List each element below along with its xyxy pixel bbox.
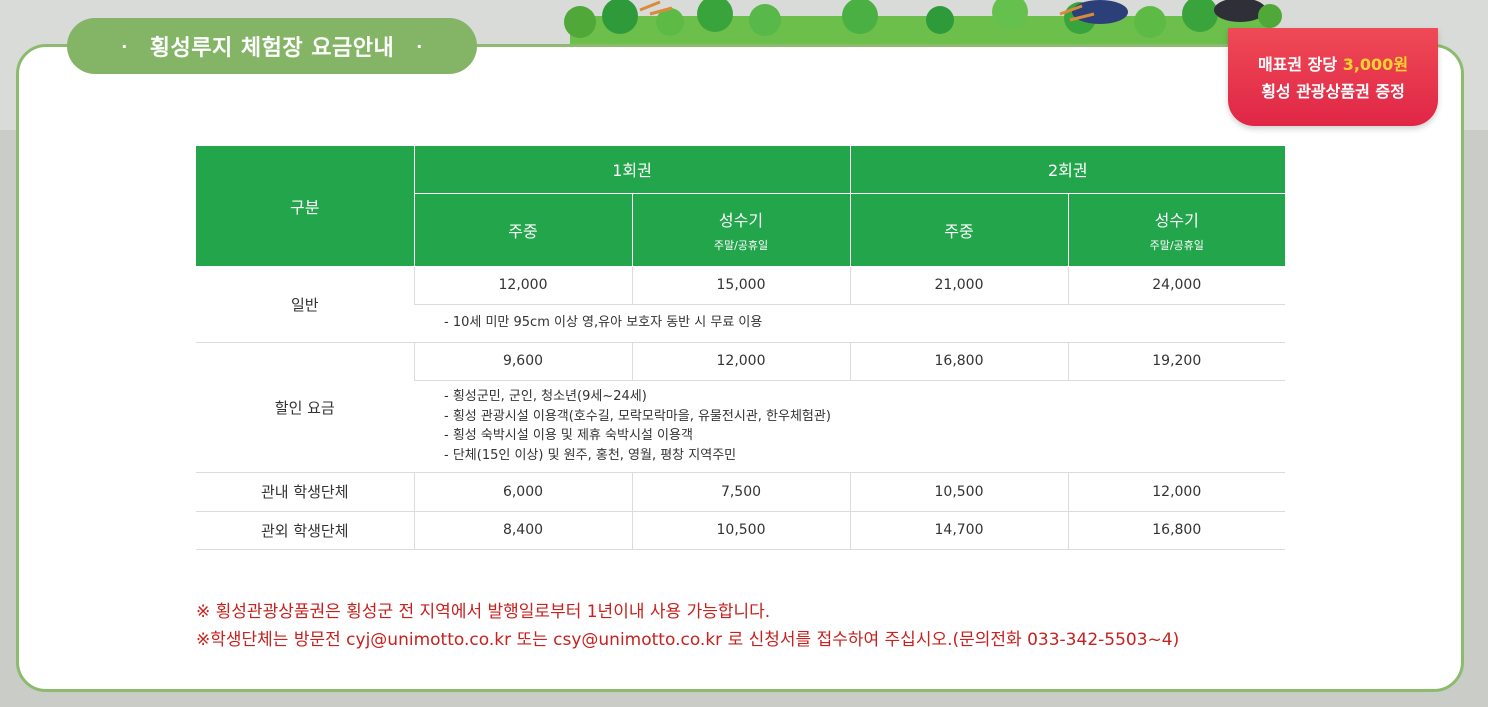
table-row: 관내 학생단체 6,000 7,500 10,500 12,000 <box>196 472 1285 512</box>
subheader-sublabel: 주말/공휴일 <box>1149 238 1204 252</box>
price-cell: 6,000 <box>413 472 632 512</box>
note-line: 단체(15인 이상) 및 원주, 홍천, 영월, 평창 지역주민 <box>444 446 1255 466</box>
row-category: 일반 <box>196 266 414 343</box>
price-cell: 14,700 <box>849 511 1068 550</box>
price-cell: 12,000 <box>631 342 850 381</box>
row-note: 횡성군민, 군인, 청소년(9세~24세) 횡성 관광시설 이용객(호수길, 모… <box>414 380 1285 473</box>
page-title: · 횡성루지 체험장 요금안내 · <box>67 18 477 74</box>
subheader-label: 성수기 <box>718 210 764 230</box>
header-2-pass: 2회권 <box>850 146 1285 194</box>
notice-block: ※ 횡성관광상품권은 횡성군 전 지역에서 발행일로부터 1년이내 사용 가능합… <box>196 598 1179 654</box>
header-1-pass: 1회권 <box>414 146 851 194</box>
price-cell: 8,400 <box>413 511 632 550</box>
row-category: 관외 학생단체 <box>196 511 414 550</box>
price-cell: 16,800 <box>1067 511 1285 550</box>
notice-voucher: ※ 횡성관광상품권은 횡성군 전 지역에서 발행일로부터 1년이내 사용 가능합… <box>196 602 771 622</box>
ticket-notice-amount: 3,000원 <box>1342 55 1409 74</box>
subheader-peak: 성수기주말/공휴일 <box>632 193 851 267</box>
price-cell: 19,200 <box>1067 342 1285 381</box>
ticket-notice-line2: 횡성 관광상품권 증정 <box>1261 82 1405 101</box>
price-cell: 21,000 <box>849 266 1068 305</box>
fee-table: 구분 1회권 2회권 주중 성수기주말/공휴일 주중 성수기주말/공휴일 일반 … <box>196 146 1285 550</box>
page-title-text: 횡성루지 체험장 요금안내 <box>149 36 395 61</box>
subheader-sublabel: 주말/공휴일 <box>713 238 769 252</box>
subheader-weekday: 주중 <box>850 193 1069 267</box>
row-category: 할인 요금 <box>196 342 414 473</box>
note-line: 횡성군민, 군인, 청소년(9세~24세) <box>444 387 1255 407</box>
price-cell: 7,500 <box>631 472 850 512</box>
table-row: 관외 학생단체 8,400 10,500 14,700 16,800 <box>196 511 1285 550</box>
subheader-label: 주중 <box>944 221 974 241</box>
subheader-peak: 성수기주말/공휴일 <box>1068 193 1285 267</box>
price-cell: 9,600 <box>413 342 632 381</box>
title-bullet-left: · <box>121 36 128 56</box>
note-line: 횡성 숙박시설 이용 및 제휴 숙박시설 이용객 <box>444 426 1255 446</box>
price-cell: 10,500 <box>631 511 850 550</box>
table-row: 할인 요금 9,600 12,000 16,800 19,200 <box>196 342 1285 473</box>
table-row: 일반 12,000 15,000 21,000 24,000 <box>196 266 1285 343</box>
row-category: 관내 학생단체 <box>196 472 414 512</box>
notice-student-group: ※학생단체는 방문전 cyj@unimotto.co.kr 또는 csy@uni… <box>196 630 1180 650</box>
ticket-notice-prefix: 매표권 장당 <box>1257 55 1343 74</box>
price-cell: 12,000 <box>1067 472 1285 512</box>
ticket-notice-badge: 매표권 장당 3,000원 횡성 관광상품권 증정 <box>1228 28 1438 126</box>
subheader-label: 주중 <box>508 221 538 241</box>
subheader-label: 성수기 <box>1154 210 1199 230</box>
note-line: 10세 미만 95cm 이상 영,유아 보호자 동반 시 무료 이용 <box>444 313 1255 333</box>
price-cell: 24,000 <box>1067 266 1285 305</box>
row-note: 10세 미만 95cm 이상 영,유아 보호자 동반 시 무료 이용 <box>414 304 1285 343</box>
price-cell: 15,000 <box>631 266 850 305</box>
note-line: 횡성 관광시설 이용객(호수길, 모락모락마을, 유물전시관, 한우체험관) <box>444 407 1255 427</box>
title-bullet-right: · <box>416 36 423 56</box>
ticket-notice-line1: 매표권 장당 3,000원 <box>1228 51 1438 78</box>
price-cell: 12,000 <box>413 266 632 305</box>
subheader-weekday: 주중 <box>414 193 633 267</box>
price-cell: 10,500 <box>849 472 1068 512</box>
header-category: 구분 <box>196 146 415 267</box>
price-cell: 16,800 <box>849 342 1068 381</box>
